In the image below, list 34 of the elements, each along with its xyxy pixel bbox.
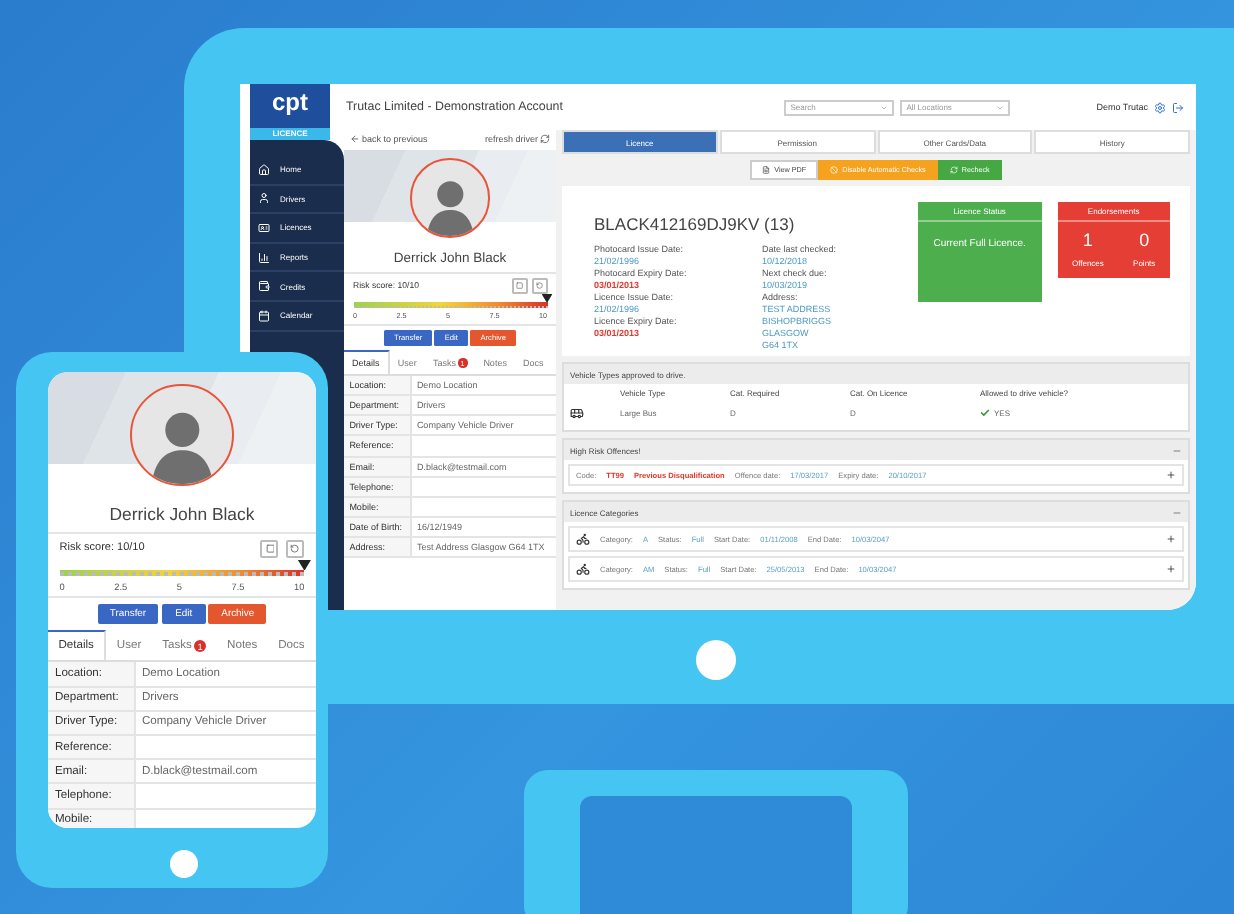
check-icon [980,408,990,418]
bar-chart-icon [258,251,270,264]
home-icon [258,163,270,176]
expand-icon[interactable] [1166,564,1176,574]
square-icon [265,544,275,554]
logout-icon[interactable] [1172,101,1184,113]
square-icon [516,282,524,290]
document-icon [762,166,771,174]
expand-icon[interactable] [1166,470,1176,480]
wallet-icon [258,280,270,293]
person-icon [258,192,270,205]
expand-icon[interactable] [1166,534,1176,544]
reset-button[interactable] [285,539,305,559]
person-silhouette-icon [423,175,477,236]
refresh-icon [540,134,551,145]
ban-icon [830,166,839,174]
id-card-icon [258,221,270,234]
bus-icon [570,406,584,420]
licence-number: BLACK412169DJ9KV (13) [594,214,797,234]
calendar-icon [258,309,270,322]
refresh-icon [949,166,958,174]
stat-value: 0 [1139,230,1150,250]
stat-value: 1 [1082,230,1093,250]
collapse-icon[interactable] [1172,445,1182,455]
arrow-left-icon [349,134,360,145]
expand-button[interactable] [512,278,528,294]
undo-icon [290,544,300,554]
undo-icon [536,282,544,290]
driver-name: Derrick John Black [48,503,316,534]
reset-button[interactable] [532,278,547,294]
logo-name: cpt [272,86,308,120]
collapse-icon[interactable] [1172,507,1182,517]
expand-button[interactable] [260,539,279,559]
settings-icon[interactable] [1154,101,1166,113]
